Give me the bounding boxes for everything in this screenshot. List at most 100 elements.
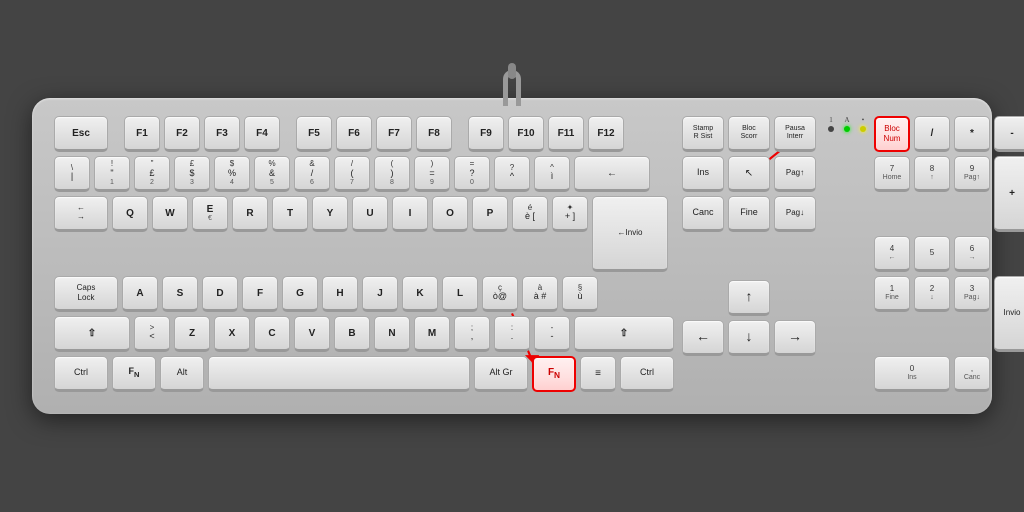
key-7[interactable]: / ( 7 [334,156,370,192]
key-num9[interactable]: 9 Pag↑ [954,156,990,192]
key-backspace[interactable]: ← [574,156,650,192]
key-o[interactable]: O [432,196,468,232]
key-alt[interactable]: Alt [160,356,204,392]
key-1[interactable]: ! " 1 [94,156,130,192]
key-g[interactable]: G [282,276,318,312]
key-num5[interactable]: 5 [914,236,950,272]
key-num-minus[interactable]: - [994,116,1024,152]
key-d[interactable]: D [202,276,238,312]
key-canc[interactable]: Canc [682,196,724,232]
key-2[interactable]: " £ 2 [134,156,170,192]
key-num-plus[interactable]: + [994,156,1024,232]
key-fn-highlighted[interactable]: FN [532,356,576,392]
key-r[interactable]: R [232,196,268,232]
key-backslash[interactable]: \ | [54,156,90,192]
key-f[interactable]: F [242,276,278,312]
key-angle[interactable]: > < [134,316,170,352]
key-fine[interactable]: Fine [728,196,770,232]
key-grave[interactable]: § ù [562,276,598,312]
key-arrow-left[interactable]: ← [682,320,724,356]
key-eacute[interactable]: é è [ [512,196,548,232]
key-m[interactable]: M [414,316,450,352]
key-f4[interactable]: F4 [244,116,280,152]
key-bloc-num[interactable]: BlocNum [874,116,910,152]
key-caps-lock[interactable]: CapsLock [54,276,118,312]
key-pausa[interactable]: PausaInterr [774,116,816,152]
key-arrow-up[interactable]: ↑ [728,280,770,316]
key-num-del[interactable]: , Canc [954,356,990,392]
key-shift-left[interactable]: ⇧ [54,316,130,352]
key-accent[interactable]: ^ ì [534,156,570,192]
key-4[interactable]: $ % 4 [214,156,250,192]
key-s[interactable]: S [162,276,198,312]
key-shift-right[interactable]: ⇧ [574,316,674,352]
key-num6[interactable]: 6 → [954,236,990,272]
key-fn-left[interactable]: FN [112,356,156,392]
key-v[interactable]: V [294,316,330,352]
key-f3[interactable]: F3 [204,116,240,152]
key-quote[interactable]: à à # [522,276,558,312]
key-pgup[interactable]: Pag↑ [774,156,816,192]
key-z[interactable]: Z [174,316,210,352]
key-f2[interactable]: F2 [164,116,200,152]
key-ctrl-left[interactable]: Ctrl [54,356,108,392]
key-num2[interactable]: 2 ↓ [914,276,950,312]
key-pgdn[interactable]: Pag↓ [774,196,816,232]
key-num4[interactable]: 4 ← [874,236,910,272]
key-enter[interactable]: ←Invio [592,196,668,272]
key-stamp[interactable]: StampR Sist [682,116,724,152]
key-c[interactable]: C [254,316,290,352]
key-arrow-down[interactable]: ↓ [728,320,770,356]
key-j[interactable]: J [362,276,398,312]
key-apostrophe[interactable]: ? ^ [494,156,530,192]
key-period[interactable]: : . [494,316,530,352]
key-bloc-scorr[interactable]: BlocScorr [728,116,770,152]
key-h[interactable]: H [322,276,358,312]
key-home[interactable]: ↖ [728,156,770,192]
key-8[interactable]: ( ) 8 [374,156,410,192]
key-f8[interactable]: F8 [416,116,452,152]
key-num1[interactable]: 1 Fine [874,276,910,312]
key-esc[interactable]: Esc [54,116,108,152]
key-w[interactable]: W [152,196,188,232]
key-9[interactable]: ) = 9 [414,156,450,192]
key-t[interactable]: T [272,196,308,232]
key-ctrl-right[interactable]: Ctrl [620,356,674,392]
key-arrow-right[interactable]: → [774,320,816,356]
key-num-mul[interactable]: * [954,116,990,152]
key-num7[interactable]: 7 Home [874,156,910,192]
key-i[interactable]: I [392,196,428,232]
key-f10[interactable]: F10 [508,116,544,152]
key-semicolon[interactable]: ç ò@ [482,276,518,312]
key-f6[interactable]: F6 [336,116,372,152]
key-num8[interactable]: 8 ↑ [914,156,950,192]
key-y[interactable]: Y [312,196,348,232]
key-f7[interactable]: F7 [376,116,412,152]
key-x[interactable]: X [214,316,250,352]
key-ins[interactable]: Ins [682,156,724,192]
key-f1[interactable]: F1 [124,116,160,152]
key-altgr[interactable]: Alt Gr [474,356,528,392]
key-plus[interactable]: ✦ + ] [552,196,588,232]
key-k[interactable]: K [402,276,438,312]
key-l[interactable]: L [442,276,478,312]
key-space[interactable] [208,356,470,392]
key-f11[interactable]: F11 [548,116,584,152]
key-u[interactable]: U [352,196,388,232]
key-n[interactable]: N [374,316,410,352]
key-a[interactable]: A [122,276,158,312]
key-num-div[interactable]: / [914,116,950,152]
key-num3[interactable]: 3 Pag↓ [954,276,990,312]
key-num0[interactable]: 0 Ins [874,356,950,392]
key-tab[interactable]: ←→ [54,196,108,232]
key-num-enter[interactable]: Invio [994,276,1024,352]
key-p[interactable]: P [472,196,508,232]
key-q[interactable]: Q [112,196,148,232]
key-slash[interactable]: - - [534,316,570,352]
key-e[interactable]: E € [192,196,228,232]
key-f5[interactable]: F5 [296,116,332,152]
key-comma[interactable]: ; , [454,316,490,352]
key-f9[interactable]: F9 [468,116,504,152]
key-menu[interactable]: ≡ [580,356,616,392]
key-b[interactable]: B [334,316,370,352]
